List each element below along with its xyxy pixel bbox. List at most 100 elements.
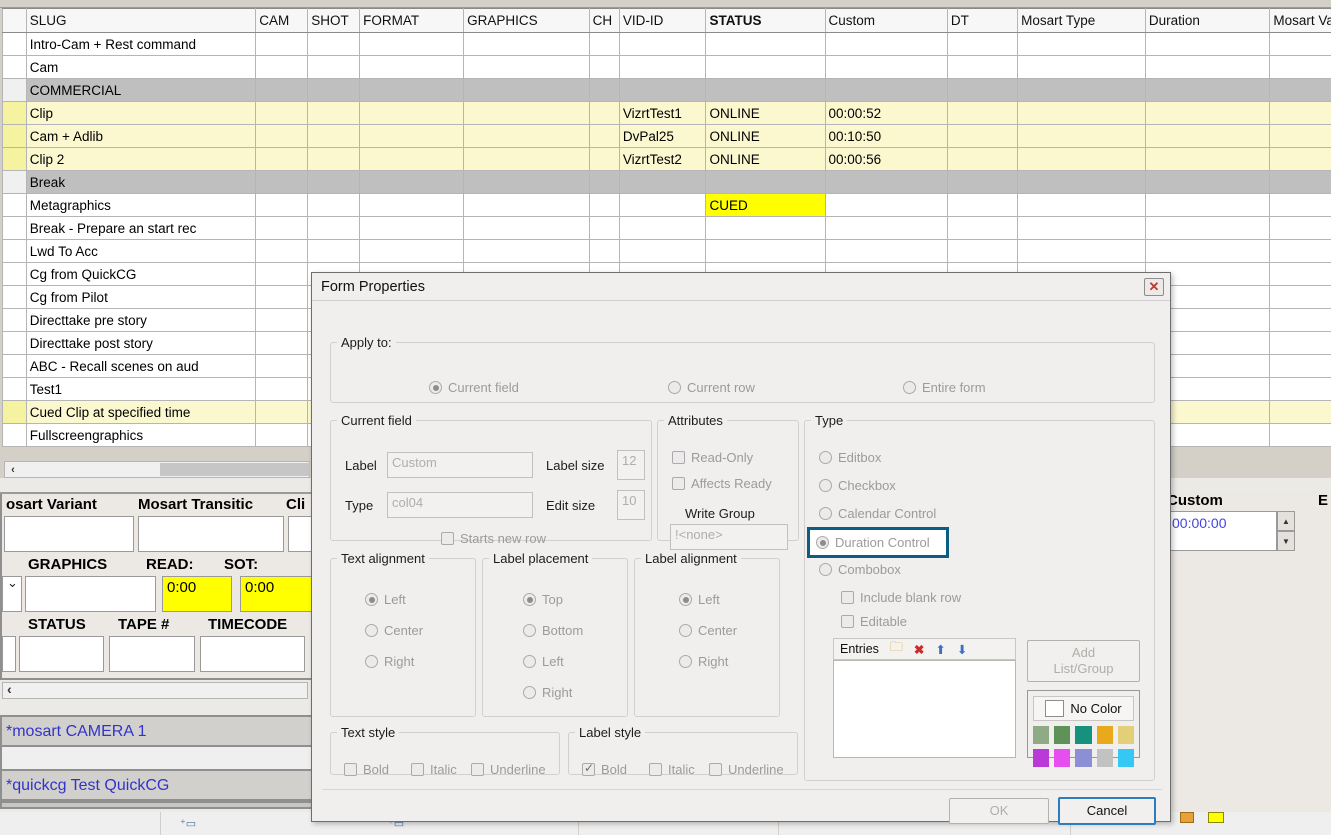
cell-dt[interactable] <box>947 79 1017 102</box>
cell-duration[interactable] <box>1145 79 1269 102</box>
cell-custom[interactable]: 00:00:52 <box>825 102 947 125</box>
cell-mosart-variant[interactable] <box>1270 33 1331 56</box>
palette-row-2[interactable] <box>1033 749 1134 767</box>
radio-label-align-center[interactable]: Center <box>679 623 737 638</box>
cell-format[interactable] <box>360 102 464 125</box>
column-header-mosart-type[interactable]: Mosart Type <box>1018 9 1146 33</box>
cell-dt[interactable] <box>947 125 1017 148</box>
cell-vid-id[interactable] <box>619 33 706 56</box>
sot-time-input[interactable]: 0:00 <box>240 576 316 612</box>
cell-cam[interactable] <box>256 240 308 263</box>
label-input[interactable]: Custom <box>387 452 533 478</box>
color-swatch[interactable] <box>1033 749 1049 767</box>
cell-ch[interactable] <box>589 79 619 102</box>
row-marker[interactable] <box>3 424 27 447</box>
cell-slug[interactable]: Cued Clip at specified time <box>26 401 255 424</box>
cell-slug[interactable]: COMMERCIAL <box>26 79 255 102</box>
entries-list[interactable] <box>833 660 1016 758</box>
cell-cam[interactable] <box>256 401 308 424</box>
row-marker[interactable] <box>3 286 27 309</box>
cell-format[interactable] <box>360 56 464 79</box>
cell-duration[interactable] <box>1145 240 1269 263</box>
cell-format[interactable] <box>360 148 464 171</box>
cell-cam[interactable] <box>256 125 308 148</box>
cell-ch[interactable] <box>589 171 619 194</box>
cell-mosart-variant[interactable] <box>1270 401 1331 424</box>
cell-mosart-type[interactable] <box>1018 125 1146 148</box>
cell-status[interactable] <box>706 56 825 79</box>
cell-custom[interactable] <box>825 56 947 79</box>
cell-shot[interactable] <box>308 125 360 148</box>
cell-cam[interactable] <box>256 194 308 217</box>
cell-graphics[interactable] <box>464 194 590 217</box>
table-row[interactable]: Break <box>3 171 1331 194</box>
radio-text-align-right[interactable]: Right <box>365 654 414 669</box>
checkbox-label-underline[interactable]: Underline <box>709 762 784 777</box>
cell-slug[interactable]: Break <box>26 171 255 194</box>
column-header-duration[interactable]: Duration <box>1145 9 1269 33</box>
cell-slug[interactable]: Cg from QuickCG <box>26 263 255 286</box>
radio-current-row[interactable]: Current row <box>668 380 755 395</box>
cell-status[interactable]: ONLINE <box>706 148 825 171</box>
custom-duration-input[interactable]: 00:00:00 <box>1167 511 1277 551</box>
cell-dt[interactable] <box>947 240 1017 263</box>
cell-cam[interactable] <box>256 171 308 194</box>
cell-slug[interactable]: Cam <box>26 56 255 79</box>
cell-mosart-type[interactable] <box>1018 56 1146 79</box>
cell-slug[interactable]: Directtake pre story <box>26 309 255 332</box>
color-swatch[interactable] <box>1097 749 1113 767</box>
table-row[interactable]: MetagraphicsCUED <box>3 194 1331 217</box>
row-marker[interactable] <box>3 332 27 355</box>
cell-format[interactable] <box>360 33 464 56</box>
cell-shot[interactable] <box>308 102 360 125</box>
cell-cam[interactable] <box>256 424 308 447</box>
table-row[interactable]: Cam + AdlibDvPal25ONLINE00:10:50 <box>3 125 1331 148</box>
cell-cam[interactable] <box>256 286 308 309</box>
table-row[interactable]: Break - Prepare an start rec <box>3 217 1331 240</box>
row-marker[interactable] <box>3 102 27 125</box>
mosart-variant-input[interactable] <box>4 516 134 552</box>
row-marker[interactable] <box>3 171 27 194</box>
table-row[interactable]: Lwd To Acc <box>3 240 1331 263</box>
close-icon[interactable]: ✕ <box>1144 278 1164 296</box>
cell-cam[interactable] <box>256 56 308 79</box>
cell-graphics[interactable] <box>464 56 590 79</box>
stepper-up-icon[interactable]: ▲ <box>1277 511 1295 531</box>
cell-status[interactable] <box>706 79 825 102</box>
row-marker[interactable] <box>3 309 27 332</box>
cell-mosart-type[interactable] <box>1018 148 1146 171</box>
table-row[interactable]: Intro-Cam + Rest command <box>3 33 1331 56</box>
cell-slug[interactable]: Test1 <box>26 378 255 401</box>
color-swatch[interactable] <box>1054 749 1070 767</box>
cell-cam[interactable] <box>256 355 308 378</box>
radio-checkbox[interactable]: Checkbox <box>819 478 896 493</box>
cell-graphics[interactable] <box>464 148 590 171</box>
row-marker[interactable] <box>3 217 27 240</box>
new-folder-icon[interactable]: 🗀 <box>890 638 903 660</box>
row-marker[interactable] <box>3 79 27 102</box>
cell-mosart-variant[interactable] <box>1270 79 1331 102</box>
cell-duration[interactable] <box>1145 171 1269 194</box>
column-header-vid-id[interactable]: VID-ID <box>619 9 706 33</box>
row-marker[interactable] <box>3 148 27 171</box>
cell-mosart-variant[interactable] <box>1270 148 1331 171</box>
cell-vid-id[interactable] <box>619 240 706 263</box>
cell-mosart-variant[interactable] <box>1270 263 1331 286</box>
cell-duration[interactable] <box>1145 194 1269 217</box>
timecode-input[interactable] <box>200 636 305 672</box>
cell-ch[interactable] <box>589 217 619 240</box>
custom-duration-stepper[interactable]: ▲ ▼ <box>1277 511 1295 551</box>
cell-format[interactable] <box>360 240 464 263</box>
row-marker[interactable] <box>3 194 27 217</box>
delete-icon[interactable]: ✖ <box>914 642 924 657</box>
column-header-custom[interactable]: Custom <box>825 9 947 33</box>
cell-mosart-type[interactable] <box>1018 194 1146 217</box>
checkbox-label-italic[interactable]: Italic <box>649 762 695 777</box>
story-command-list[interactable]: *mosart CAMERA 1 *quickcg Test QuickCG <box>0 715 313 820</box>
entries-toolbar[interactable]: Entries 🗀 ✖ ⬆ ⬇ <box>833 638 1016 660</box>
cell-format[interactable] <box>360 125 464 148</box>
cell-cam[interactable] <box>256 102 308 125</box>
cell-vid-id[interactable] <box>619 79 706 102</box>
form-properties-dialog[interactable]: Form Properties ✕ Apply to: Current fiel… <box>311 272 1171 822</box>
cell-slug[interactable]: Intro-Cam + Rest command <box>26 33 255 56</box>
